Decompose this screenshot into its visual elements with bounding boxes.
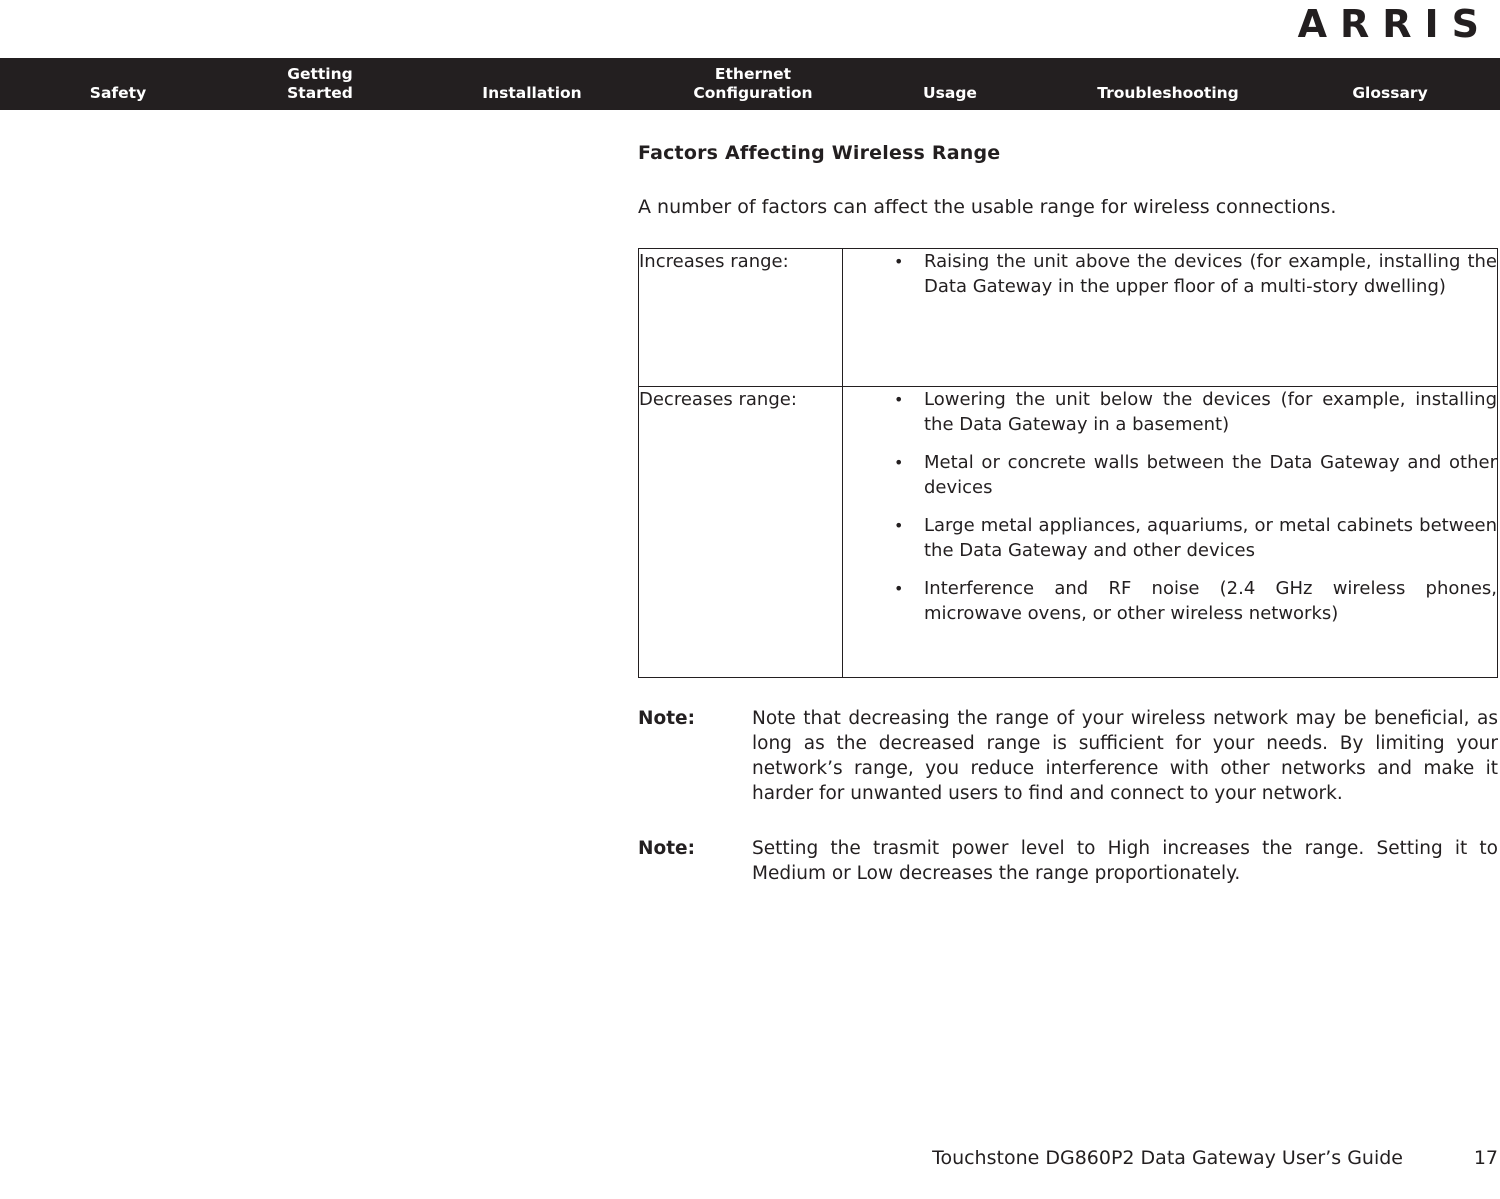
nav-item-troubleshooting[interactable]: Troubleshooting <box>1068 84 1268 103</box>
note-block-1: Note: Note that decreasing the range of … <box>638 706 1498 806</box>
list-item: Raising the unit above the devices (for … <box>843 249 1497 299</box>
note-text: Setting the trasmit power level to High … <box>752 838 1498 884</box>
nav-item-safety[interactable]: Safety <box>48 84 188 103</box>
note-label: Note: <box>638 708 695 729</box>
footer-title: Touchstone DG860P2 Data Gateway User’s G… <box>932 1147 1403 1169</box>
intro-paragraph: A number of factors can affect the usabl… <box>638 196 1337 218</box>
note-block-2: Note: Setting the trasmit power level to… <box>638 836 1498 886</box>
table-cell-items: Lowering the unit below the devices (for… <box>842 386 1498 678</box>
nav-item-installation[interactable]: Installation <box>452 84 612 103</box>
nav-item-glossary[interactable]: Glossary <box>1320 84 1460 103</box>
table-row: Increases range: Raising the unit above … <box>638 248 1498 387</box>
page-footer: Touchstone DG860P2 Data Gateway User’s G… <box>638 1145 1498 1175</box>
nav-item-getting-started[interactable]: Getting Started <box>250 65 390 103</box>
table-row: Decreases range: Lowering the unit below… <box>638 386 1498 678</box>
table-cell-label: Decreases range: <box>638 386 843 678</box>
list-item: Interference and RF noise (2.4 GHz wirel… <box>843 576 1497 626</box>
page-title: Factors Affecting Wireless Range <box>638 142 1001 164</box>
page-content: Factors Affecting Wireless Range A numbe… <box>638 140 1498 886</box>
logo-bar: ARRIS <box>0 0 1500 58</box>
table-cell-label: Increases range: <box>638 248 843 387</box>
list-item: Metal or concrete walls between the Data… <box>843 450 1497 500</box>
footer-page-number: 17 <box>1473 1147 1498 1169</box>
list-item: Lowering the unit below the devices (for… <box>843 387 1497 437</box>
bullet-list: Lowering the unit below the devices (for… <box>843 387 1497 626</box>
note-text: Note that decreasing the range of your w… <box>752 708 1498 804</box>
list-item: Large metal appliances, aquariums, or me… <box>843 513 1497 563</box>
bullet-list: Raising the unit above the devices (for … <box>843 249 1497 299</box>
table-cell-items: Raising the unit above the devices (for … <box>842 248 1498 387</box>
nav-item-usage[interactable]: Usage <box>890 84 1010 103</box>
arris-logo: ARRIS <box>1297 2 1492 46</box>
main-navigation-bar: Safety Getting Started Installation Ethe… <box>0 58 1500 110</box>
note-label: Note: <box>638 838 695 859</box>
nav-item-ethernet-configuration[interactable]: Ethernet Configuration <box>668 65 838 103</box>
factors-table: Increases range: Raising the unit above … <box>638 248 1498 678</box>
